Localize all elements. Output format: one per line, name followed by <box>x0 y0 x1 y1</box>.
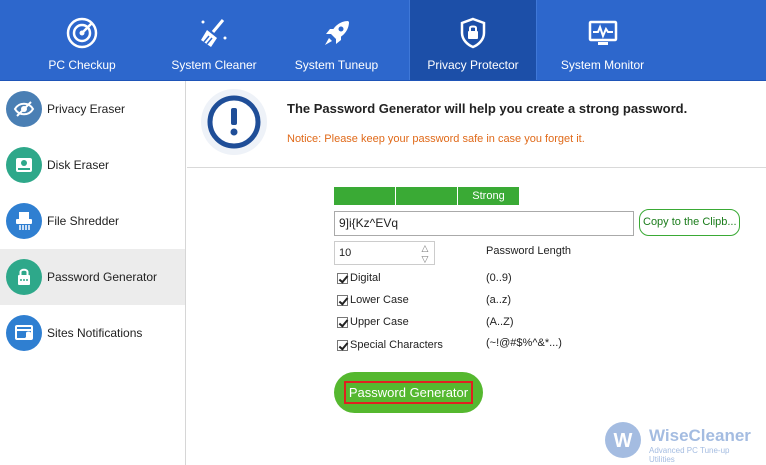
option-lower-case[interactable]: Lower Case <box>337 294 409 306</box>
checkbox[interactable] <box>337 272 348 284</box>
brand-tagline: Advanced PC Tune-up Utilities <box>649 446 730 464</box>
option-label: Upper Case <box>350 316 409 328</box>
option-label: Digital <box>350 272 381 284</box>
option-range: (A..Z) <box>486 316 514 328</box>
option-upper-case[interactable]: Upper Case <box>337 316 409 328</box>
strength-segment <box>396 187 457 205</box>
option-range: (a..z) <box>486 294 512 306</box>
strength-meter: Strong <box>334 187 520 205</box>
sidebar-item-label: Sites Notifications <box>47 326 143 340</box>
eye-slash-icon <box>6 91 42 127</box>
password-generator-button[interactable]: Password Generator <box>334 372 483 413</box>
sidebar-item-label: Disk Eraser <box>47 158 110 172</box>
shredder-icon <box>6 203 42 239</box>
brand-name: WiseCleaner <box>649 426 751 445</box>
disk-icon <box>6 147 42 183</box>
option-range: (0..9) <box>486 272 512 284</box>
sidebar-item-sites-notifications[interactable]: Sites Notifications <box>0 305 185 361</box>
tab-system-tuneup[interactable]: System Tuneup <box>264 0 409 80</box>
sidebar-item-password-generator[interactable]: Password Generator <box>0 249 185 305</box>
top-navigation: PC Checkup System Cleaner System Tuneup … <box>0 0 766 81</box>
password-output-field[interactable]: 9]i{Kz^EVq <box>334 211 634 236</box>
option-label: Special Characters <box>350 339 443 351</box>
stepper-up-icon[interactable]: △ <box>420 243 430 253</box>
checkbox[interactable] <box>337 339 348 351</box>
password-length-stepper[interactable]: 10 △ ▽ <box>334 241 435 265</box>
sidebar-item-file-shredder[interactable]: File Shredder <box>0 193 185 249</box>
sidebar-item-label: File Shredder <box>47 214 120 228</box>
sidebar-item-disk-eraser[interactable]: Disk Eraser <box>0 137 185 193</box>
password-icon <box>6 259 42 295</box>
tab-label: System Tuneup <box>294 58 379 72</box>
broom-icon <box>193 12 235 54</box>
strength-segment <box>334 187 395 205</box>
tab-label: System Cleaner <box>171 58 257 72</box>
svg-text:W: W <box>614 430 633 452</box>
notification-icon <box>6 315 42 351</box>
rocket-icon <box>316 12 358 54</box>
option-range: (~!@#$%^&*...) <box>486 337 562 349</box>
copy-to-clipboard-button[interactable]: Copy to the Clipb... <box>639 209 740 236</box>
page-title: The Password Generator will help you cre… <box>287 101 688 116</box>
option-label: Lower Case <box>350 294 409 306</box>
brand-watermark: W WiseCleaner Advanced PC Tune-up Utilit… <box>603 418 753 464</box>
checkbox[interactable] <box>337 294 348 306</box>
tab-label: System Monitor <box>560 58 645 72</box>
checkbox[interactable] <box>337 316 348 328</box>
monitor-pulse-icon <box>582 12 624 54</box>
password-length-label: Password Length <box>486 245 571 257</box>
notice-text: Notice: Please keep your password safe i… <box>287 133 585 145</box>
tab-system-monitor[interactable]: System Monitor <box>537 0 668 80</box>
password-length-value[interactable]: 10 <box>339 247 351 259</box>
wisecleaner-logo-icon: W <box>605 422 641 458</box>
alert-icon <box>199 87 269 157</box>
stepper-down-icon[interactable]: ▽ <box>420 254 430 264</box>
sidebar-item-label: Privacy Eraser <box>47 102 126 116</box>
info-header: The Password Generator will help you cre… <box>187 81 766 168</box>
sidebar: Privacy Eraser Disk Eraser File Shredder… <box>0 81 186 465</box>
option-special-characters[interactable]: Special Characters <box>337 339 443 351</box>
radar-icon <box>61 12 103 54</box>
main-panel: The Password Generator will help you cre… <box>187 81 766 465</box>
tab-label: PC Checkup <box>48 58 116 72</box>
option-digital[interactable]: Digital <box>337 272 381 284</box>
sidebar-item-privacy-eraser[interactable]: Privacy Eraser <box>0 81 185 137</box>
shield-lock-icon <box>452 12 494 54</box>
tab-label: Privacy Protector <box>427 58 519 72</box>
sidebar-item-label: Password Generator <box>47 270 158 284</box>
tab-privacy-protector[interactable]: Privacy Protector <box>409 0 537 80</box>
generate-button-label: Password Generator <box>343 381 474 404</box>
tab-system-cleaner[interactable]: System Cleaner <box>164 0 264 80</box>
tab-pc-checkup[interactable]: PC Checkup <box>0 0 164 80</box>
strength-label: Strong <box>458 187 519 205</box>
